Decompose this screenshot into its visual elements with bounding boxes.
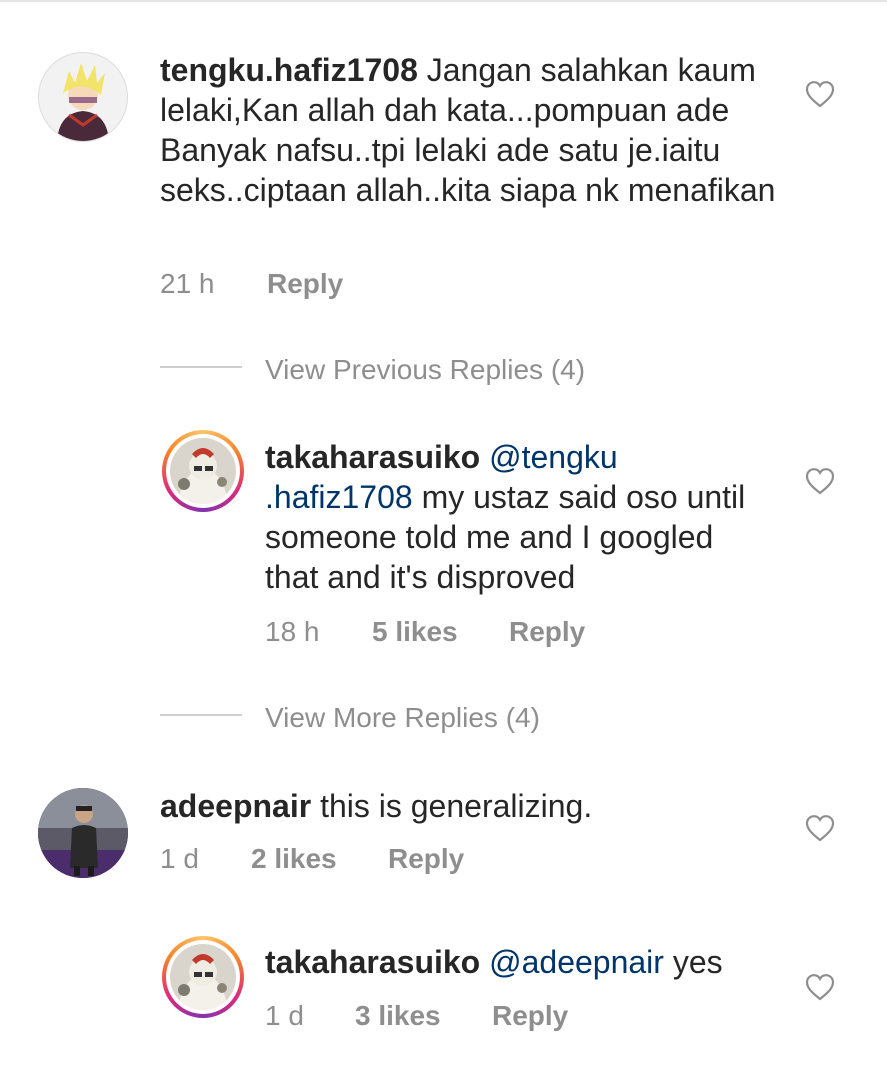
- comment-username[interactable]: adeepnair: [160, 788, 311, 824]
- avatar[interactable]: [38, 788, 128, 878]
- likes-count[interactable]: 5 likes: [372, 616, 458, 648]
- avatar[interactable]: [162, 430, 244, 512]
- view-more-replies[interactable]: View More Replies (4): [160, 702, 660, 742]
- story-avatar-icon: [170, 438, 236, 504]
- likes-count[interactable]: 3 likes: [355, 1000, 441, 1032]
- comment-text: adeepnair this is generalizing.: [160, 786, 780, 826]
- comment-time: 21 h: [160, 268, 215, 299]
- story-avatar-icon: [170, 944, 236, 1010]
- heart-outline-icon[interactable]: [805, 467, 835, 495]
- reply-meta: 1 d 3 likes Reply: [265, 1000, 665, 1034]
- reply-body: yes: [672, 944, 723, 980]
- reply-text: takaharasuiko @adeepnair yes: [265, 942, 785, 982]
- comment-meta: 21 h Reply: [160, 268, 460, 302]
- view-previous-replies-label[interactable]: View Previous Replies (4): [265, 354, 585, 386]
- heart-outline-icon[interactable]: [805, 814, 835, 842]
- comment-username[interactable]: tengku.hafiz1708: [160, 52, 418, 88]
- reply-username[interactable]: takaharasuiko: [265, 944, 480, 980]
- reply-button[interactable]: Reply: [509, 616, 585, 648]
- heart-outline-icon[interactable]: [805, 80, 835, 108]
- heart-outline-icon[interactable]: [805, 973, 835, 1001]
- reply-meta: 18 h 5 likes Reply: [265, 616, 665, 650]
- reply-time: 18 h: [265, 616, 320, 647]
- reply-mention[interactable]: @adeepnair: [489, 944, 664, 980]
- divider-line: [160, 366, 242, 368]
- avatar[interactable]: [38, 52, 128, 142]
- comment-text: tengku.hafiz1708 Jangan salahkan kaum le…: [160, 50, 780, 210]
- avatar[interactable]: [162, 936, 244, 1018]
- comment-meta: 1 d 2 likes Reply: [160, 843, 560, 877]
- comment-time: 1 d: [160, 843, 199, 874]
- view-previous-replies[interactable]: View Previous Replies (4): [160, 354, 660, 394]
- likes-count[interactable]: 2 likes: [251, 843, 337, 875]
- comment-body: this is generalizing.: [320, 788, 593, 824]
- top-divider: [0, 0, 887, 2]
- reply-button[interactable]: Reply: [267, 268, 343, 300]
- reply-text: takaharasuiko @tengku .hafiz1708 my usta…: [265, 437, 755, 597]
- reply-button[interactable]: Reply: [492, 1000, 568, 1032]
- reply-time: 1 d: [265, 1000, 304, 1031]
- reply-button[interactable]: Reply: [388, 843, 464, 875]
- comments-screen: tengku.hafiz1708 Jangan salahkan kaum le…: [0, 0, 887, 1080]
- person-photo-icon: [38, 788, 128, 878]
- blonde-anime-character-icon: [39, 53, 127, 141]
- reply-username[interactable]: takaharasuiko: [265, 439, 480, 475]
- view-more-replies-label[interactable]: View More Replies (4): [265, 702, 540, 734]
- divider-line: [160, 714, 242, 716]
